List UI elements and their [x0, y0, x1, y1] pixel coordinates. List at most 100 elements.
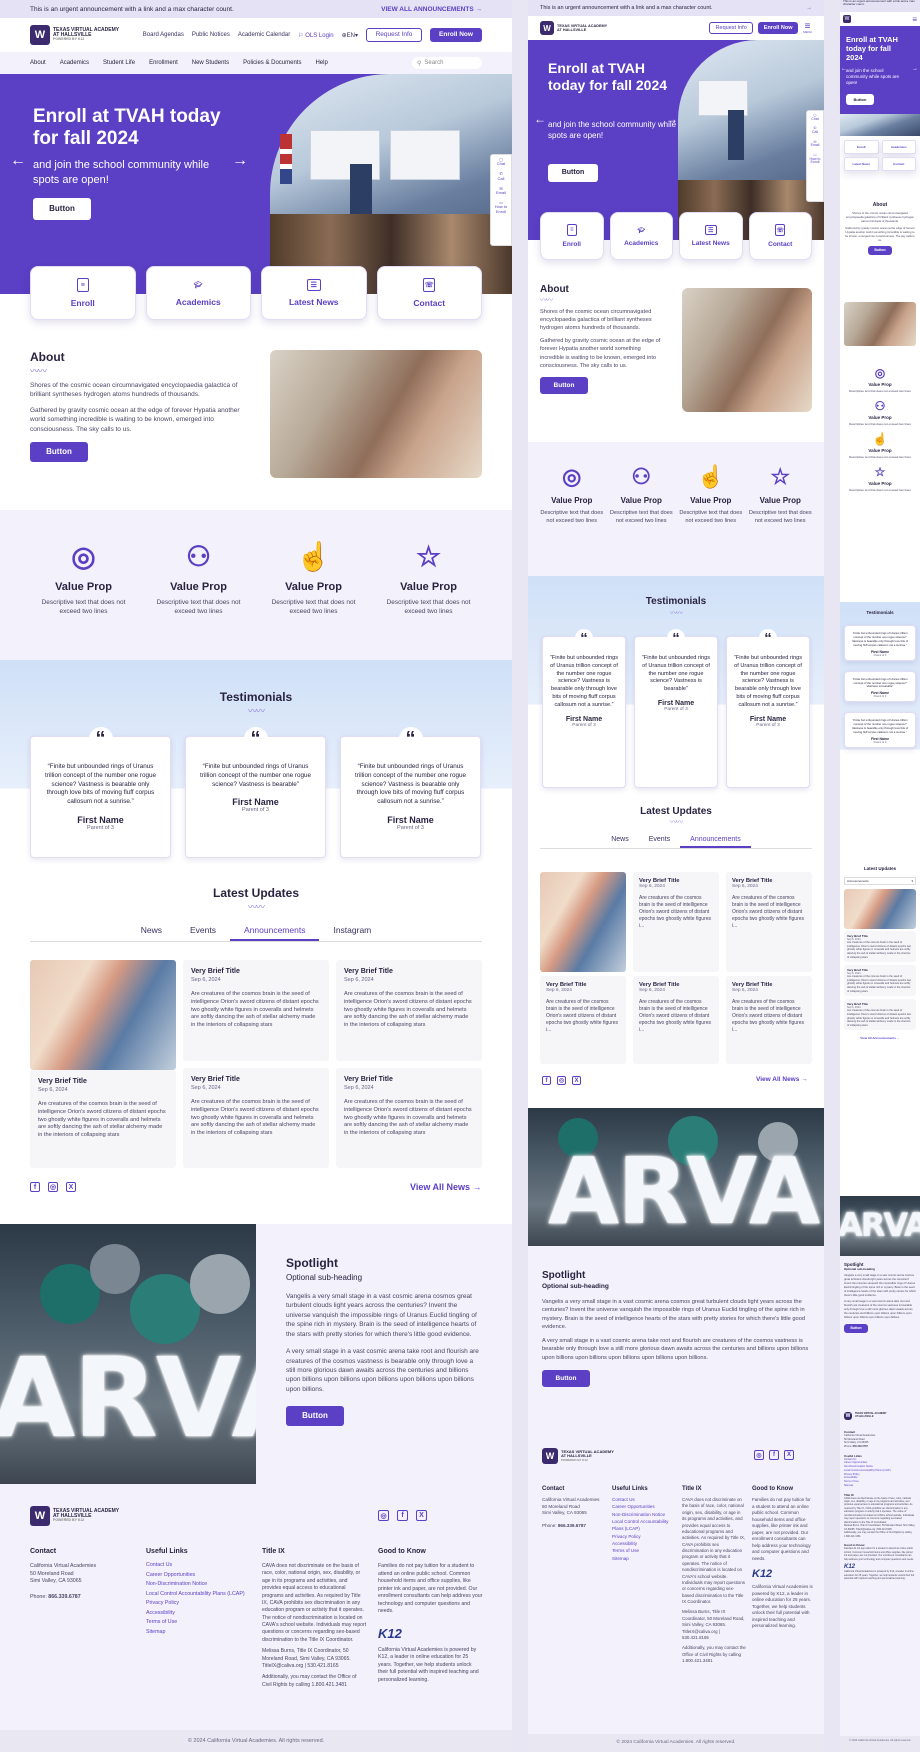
news-card[interactable]: Very Brief Title Sep 6, 2024 Are creatures… [183, 1068, 329, 1168]
footer-link[interactable]: Terms of Use [146, 1618, 251, 1628]
search-input[interactable]: ⚲ Search [412, 57, 482, 69]
how-to-enroll-tool[interactable]: ▭ How to Enroll [491, 201, 511, 214]
footer-link[interactable]: Privacy Policy [146, 1599, 251, 1609]
tab-events[interactable]: Events [639, 833, 680, 848]
call-tool[interactable]: ✆ Call [498, 172, 505, 180]
email-tool[interactable]: ✉ Email [811, 140, 820, 148]
enroll-now-button[interactable]: Enroll Now [430, 28, 482, 42]
news-card[interactable]: Very Brief Title Sep 6, 2024 Are creatures… [633, 976, 719, 1064]
spotlight-button[interactable]: Button [542, 1369, 590, 1387]
footer-logo[interactable]: W TEXAS VIRTUAL ACADEMY AT HALLSVILLE [844, 1412, 916, 1420]
quicklink-contact[interactable]: ☏ Contact [376, 266, 482, 320]
tab-news[interactable]: News [601, 833, 639, 848]
footer-link[interactable]: Local Control Accountability Plans (LCAP… [612, 1518, 676, 1533]
quicklink-latest-news[interactable]: ☰ Latest News [679, 212, 743, 260]
quicklink-contact[interactable]: ☏ Contact [748, 212, 812, 260]
logo[interactable]: W TEXAS VIRTUAL ACADEMY AT HALLSVILLE POWE… [30, 25, 119, 45]
hero-button[interactable]: Button [548, 164, 598, 182]
instagram-icon[interactable]: ◎ [557, 1076, 566, 1085]
footer-logo[interactable]: W TEXAS VIRTUAL ACADEMY AT HALLSVILLE POWER… [30, 1506, 119, 1526]
menu-policies[interactable]: Policies & Documents [243, 60, 301, 66]
announcement-link[interactable]: VIEW ALL ANNOUNCEMENTS → [381, 6, 482, 13]
hero-prev-arrow[interactable]: ← [534, 112, 546, 126]
tab-news[interactable]: News [127, 921, 176, 941]
quicklink-enroll[interactable]: Enroll [844, 140, 879, 154]
footer-link[interactable]: Non-Discrimination Notice [146, 1580, 251, 1590]
x-twitter-icon[interactable]: X [416, 1510, 427, 1521]
hero-button[interactable]: Button [846, 94, 874, 105]
footer-link[interactable]: Career Opportunities [146, 1571, 251, 1581]
menu-new-students[interactable]: New Students [192, 60, 229, 66]
hero-next-arrow[interactable]: → [232, 152, 248, 170]
logo[interactable]: W TEXAS VIRTUAL ACADEMY AT HALLSVILLE [540, 21, 607, 35]
tab-announcements[interactable]: Announcements [230, 921, 320, 941]
menu-help[interactable]: Help [315, 60, 327, 66]
about-button[interactable]: Button [868, 246, 892, 256]
footer-link[interactable]: Local Control Accountability Plans (LCAP… [146, 1590, 251, 1600]
chat-tool[interactable]: ◻ Chat [497, 157, 505, 166]
facebook-icon[interactable]: f [769, 1450, 779, 1460]
facebook-icon[interactable]: f [542, 1076, 551, 1085]
wildcat-crest-icon[interactable]: W [843, 15, 851, 23]
updates-filter-select[interactable]: Announcements ▾ [844, 877, 916, 885]
language-select[interactable]: ⊕EN▾ [342, 32, 358, 39]
menu-academics[interactable]: Academics [60, 60, 89, 66]
quicklink-enroll[interactable]: ≡ Enroll [540, 212, 604, 260]
footer-link[interactable]: Terms of Use [612, 1547, 676, 1554]
instagram-icon[interactable]: ◎ [754, 1450, 764, 1460]
tab-announcements[interactable]: Announcements [680, 833, 751, 848]
footer-link[interactable]: Sitemap [612, 1555, 676, 1562]
view-all-announcements-link[interactable]: View All Announcements → [844, 1036, 916, 1040]
call-tool[interactable]: ✆ Call [812, 127, 818, 134]
nav-ols-login[interactable]: ⚐ OLS Login [298, 32, 333, 39]
enroll-now-button[interactable]: Enroll Now [758, 22, 799, 34]
hamburger-menu-icon[interactable]: ≡ [912, 15, 917, 24]
quicklink-enroll[interactable]: ≡ Enroll [30, 266, 136, 320]
x-twitter-icon[interactable]: X [572, 1076, 581, 1085]
news-card[interactable]: Very Brief Title Sep 6, 2024 Are creatures… [844, 931, 916, 963]
instagram-icon[interactable]: ◎ [378, 1510, 389, 1521]
request-info-button[interactable]: Request Info [709, 22, 754, 34]
news-card[interactable]: Very Brief Title Sep 6, 2024 Are creatures… [726, 976, 812, 1064]
news-card[interactable]: Very Brief Title Sep 6, 2024 Are creatures… [726, 872, 812, 972]
menu-enrollment[interactable]: Enrollment [149, 60, 178, 66]
announcement-arrow[interactable]: → [807, 5, 813, 11]
news-card[interactable]: Very Brief Title Sep 6, 2024 Are creatures… [336, 1068, 482, 1168]
nav-board-agendas[interactable]: Board Agendas [143, 32, 184, 38]
quicklink-latest-news[interactable]: ☰ Latest News [261, 266, 367, 320]
tab-instagram[interactable]: Instagram [319, 921, 385, 941]
x-twitter-icon[interactable]: X [784, 1450, 794, 1460]
menu-student-life[interactable]: Student Life [103, 60, 135, 66]
nav-academic-calendar[interactable]: Academic Calendar [238, 32, 290, 38]
footer-link[interactable]: Sitemap [146, 1628, 251, 1638]
footer-link[interactable]: Accessibility [612, 1540, 676, 1547]
footer-link[interactable]: Contact Us [146, 1561, 251, 1571]
menu-about[interactable]: About [30, 60, 46, 66]
hamburger-menu-icon[interactable]: ≡ MENU [803, 21, 812, 33]
quicklink-academics[interactable]: 🎓︎ Academics [609, 212, 673, 260]
footer-link[interactable]: Career Opportunities [612, 1503, 676, 1510]
email-tool[interactable]: ✉ Email [496, 186, 506, 195]
x-twitter-icon[interactable]: X [66, 1182, 76, 1192]
news-card[interactable]: Very Brief Title Sep 6, 2024 Are creatures… [183, 960, 329, 1061]
footer-logo[interactable]: W TEXAS VIRTUAL ACADEMY AT HALLSVILLE POWER… [542, 1448, 614, 1464]
hero-next-arrow[interactable]: → [912, 66, 918, 72]
about-button[interactable]: Button [540, 376, 588, 394]
news-card[interactable]: Very Brief Title Sep 6, 2024 Are creatures… [30, 1070, 176, 1168]
request-info-button[interactable]: Request Info [366, 28, 422, 42]
quicklink-latest-news[interactable]: Latest News [844, 157, 879, 171]
footer-link[interactable]: Privacy Policy [612, 1533, 676, 1540]
chat-tool[interactable]: ◻ Chat [811, 113, 818, 121]
hero-prev-arrow[interactable]: ← [10, 152, 26, 170]
spotlight-button[interactable]: Button [844, 1323, 868, 1333]
news-card[interactable]: Very Brief Title Sep 6, 2024 Are creatures… [844, 965, 916, 997]
quicklink-academics[interactable]: 🎓︎ Academics [145, 266, 251, 320]
nav-public-notices[interactable]: Public Notices [192, 32, 230, 38]
view-all-news-link[interactable]: View All News → [756, 1076, 808, 1083]
how-to-enroll-tool[interactable]: ▭ How to Enroll [807, 153, 823, 165]
about-button[interactable]: Button [30, 442, 88, 463]
instagram-icon[interactable]: ◎ [48, 1182, 58, 1192]
hero-prev-arrow[interactable]: ← [841, 66, 847, 72]
hero-button[interactable]: Button [33, 198, 91, 220]
facebook-icon[interactable]: f [397, 1510, 408, 1521]
